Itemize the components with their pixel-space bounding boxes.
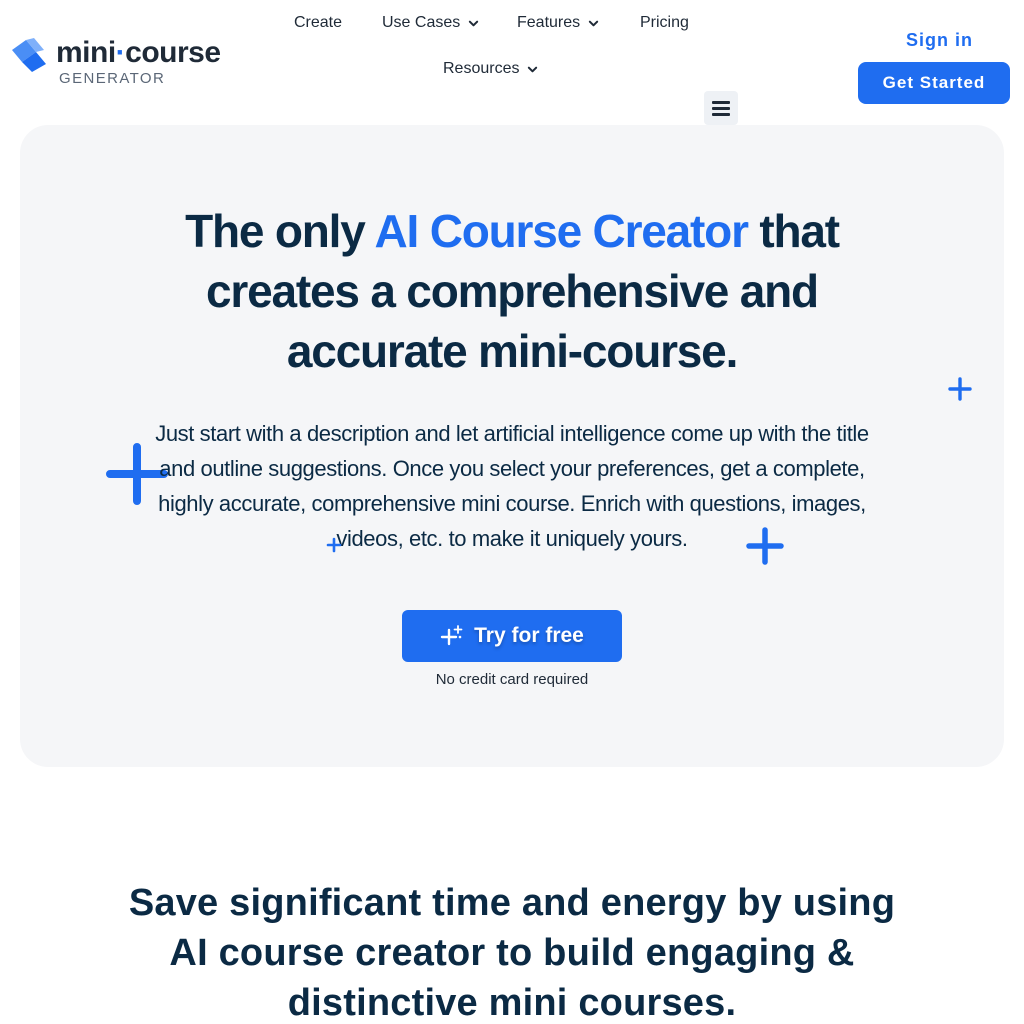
nav-pricing-label: Pricing: [640, 14, 689, 31]
nav-resources[interactable]: Resources: [443, 60, 538, 78]
section-title: Save significant time and energy by usin…: [128, 882, 896, 1024]
plus-icon: [746, 527, 784, 565]
hero-section: The only AI Course Creator that creates …: [20, 125, 1004, 767]
no-credit-card-note: No credit card required: [435, 671, 589, 688]
nav-features[interactable]: Features: [517, 14, 599, 32]
logo-mark-icon: [12, 38, 46, 72]
nav-resources-label: Resources: [443, 60, 520, 77]
nav-create-label: Create: [294, 14, 343, 31]
plus-icon: [948, 377, 972, 401]
try-for-free-label: Try for free: [474, 624, 584, 647]
nav-use-cases[interactable]: Use Cases: [382, 14, 479, 32]
sparkle-icon: [440, 625, 463, 646]
chevron-down-icon: [469, 20, 479, 26]
logo-wordmark: mini·course: [56, 36, 221, 69]
nav-pricing[interactable]: Pricing: [640, 14, 689, 32]
chevron-down-icon: [528, 66, 538, 72]
logo-subtitle: GENERATOR: [59, 70, 166, 87]
logo[interactable]: mini·course GENERATOR: [10, 38, 221, 86]
hero-title-accent: AI Course Creator: [374, 205, 749, 257]
hero-title: The only AI Course Creator that creates …: [185, 205, 840, 377]
nav-features-label: Features: [517, 14, 581, 31]
chevron-down-icon: [588, 20, 599, 26]
try-for-free-button[interactable]: Try for free: [402, 610, 622, 662]
get-started-button[interactable]: Get Started: [858, 62, 1010, 104]
sign-in-link[interactable]: Sign in: [906, 30, 973, 51]
hamburger-menu-icon[interactable]: [704, 91, 738, 125]
plus-icon: [326, 537, 342, 553]
nav-use-cases-label: Use Cases: [382, 14, 461, 31]
nav-create[interactable]: Create: [294, 14, 342, 32]
